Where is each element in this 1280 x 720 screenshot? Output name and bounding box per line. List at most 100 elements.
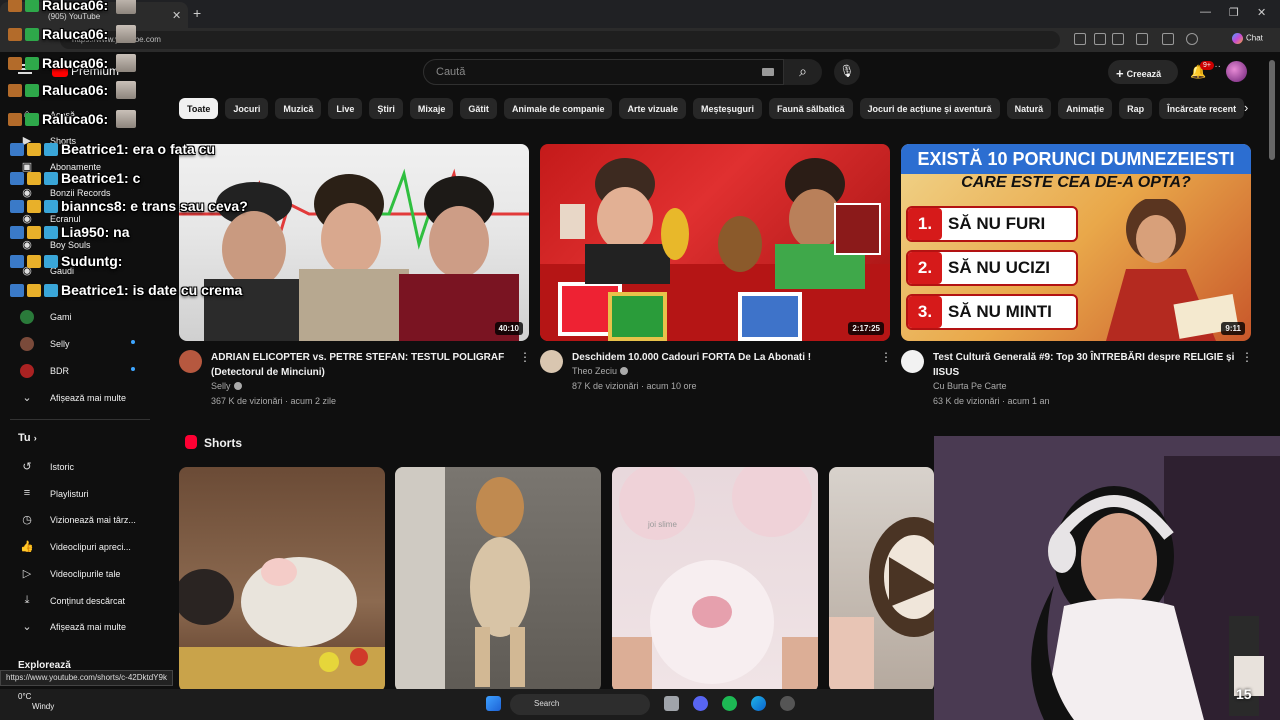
chip-10[interactable]: Faună sălbatică [769, 98, 853, 119]
mic-icon: 🎙 [839, 64, 855, 78]
obs-icon[interactable] [780, 696, 795, 711]
playlists-icon: ≡ [23, 486, 31, 499]
chip-8[interactable]: Arte vizuale [619, 98, 686, 119]
channel-name[interactable]: Cu Burta Pe Carte [933, 381, 1007, 391]
weather-widget[interactable]: 0°C Windy [18, 692, 54, 712]
short-art [179, 557, 385, 692]
chevron-right-icon[interactable]: › [1244, 100, 1248, 115]
start-icon[interactable] [486, 696, 501, 711]
keyboard-icon[interactable] [762, 68, 774, 76]
chip-15[interactable]: Încărcate recent [1159, 98, 1245, 119]
more-options-icon[interactable]: ⋮ [519, 350, 531, 364]
channel-name[interactable]: Selly [211, 381, 242, 391]
sidebar-item[interactable]: BDR [0, 362, 160, 384]
chip-6[interactable]: Gătit [460, 98, 497, 119]
chip-1[interactable]: Jocuri [225, 98, 269, 119]
chip-9[interactable]: Meșteșuguri [693, 98, 763, 119]
url-field[interactable]: https://www.youtube.com [60, 31, 1060, 49]
video-thumbnail[interactable]: 40:10 [179, 144, 529, 341]
sidebar-item[interactable]: ↺ Istoric [0, 458, 160, 480]
sidebar-item[interactable]: ≡ Playlisturi [0, 485, 160, 507]
chip-3[interactable]: Live [328, 98, 363, 119]
channel-name[interactable]: Theo Zeciu [572, 366, 629, 376]
microphone-button[interactable]: 🎙 [834, 59, 860, 85]
favorite-icon[interactable] [1112, 33, 1124, 45]
favorites-bar-icon[interactable] [1162, 33, 1174, 45]
sidebar-item-label: Boy Souls [50, 240, 91, 250]
short-thumbnail[interactable] [829, 467, 934, 692]
video-thumbnail[interactable]: 2:17:25 [540, 144, 890, 341]
video-title[interactable]: Deschidem 10.000 Cadouri FORTA De La Abo… [572, 350, 872, 365]
channel-avatar[interactable] [540, 350, 563, 373]
translate-icon[interactable] [1094, 33, 1106, 45]
chat-username: Beatrice1: [61, 170, 129, 186]
emote-icon [116, 110, 137, 128]
verified-icon [233, 382, 242, 390]
close-tab-icon[interactable]: ✕ [172, 9, 181, 22]
emote-icon [116, 0, 137, 14]
more-options-icon[interactable]: ⋮ [880, 350, 892, 364]
chat-message: Suduntg: [10, 253, 122, 269]
video-thumbnail[interactable]: EXISTĂ 10 PORUNCI DUMNEZEIESTI CARE ESTE… [901, 144, 1251, 341]
sidebar-item[interactable]: ▷ Videoclipurile tale [0, 565, 160, 587]
video-title[interactable]: ADRIAN ELICOPTER vs. PETRE STEFAN: TESTU… [211, 350, 511, 380]
discord-icon[interactable] [693, 696, 708, 711]
new-tab-icon[interactable]: + [193, 5, 201, 21]
taskbar-search[interactable]: Search [510, 694, 650, 715]
profile-icon[interactable] [1186, 33, 1198, 45]
chat-badge-icon [44, 200, 58, 213]
chat-badge-icon [10, 143, 24, 156]
video-duration: 2:17:25 [848, 322, 884, 335]
edge-icon[interactable] [751, 696, 766, 711]
chip-7[interactable]: Animale de companie [503, 98, 613, 119]
sidebar-item[interactable]: Selly [0, 335, 160, 357]
video-title-line: ADRIAN ELICOPTER vs. PETRE STEFAN: TESTU… [211, 352, 505, 363]
commandment-row: 1. SĂ NU FURI [906, 206, 1078, 242]
chip-11[interactable]: Jocuri de acțiune și aventură [859, 98, 1000, 119]
overlay-counter: 15 [1236, 686, 1252, 702]
chip-13[interactable]: Animație [1058, 98, 1113, 119]
sidebar-item[interactable]: ⌄ Afișează mai multe [0, 389, 160, 411]
sidebar-item[interactable]: Gami [0, 308, 160, 330]
sidebar-item[interactable]: 👍 Videoclipuri apreci... [0, 538, 160, 560]
page-scrollbar[interactable] [1269, 60, 1275, 160]
channel-avatar[interactable] [179, 350, 202, 373]
chip-5[interactable]: Mixaje [409, 98, 454, 119]
video-title[interactable]: Test Cultură Generală #9: Top 30 ÎNTREBĂ… [933, 350, 1243, 380]
you-heading[interactable]: Tu › [18, 432, 37, 444]
window-close-icon[interactable]: ✕ [1257, 6, 1266, 19]
chevron-down-icon: ⌄ [22, 621, 32, 634]
commandment-number: 3. [908, 296, 942, 328]
short-thumbnail[interactable] [395, 467, 601, 692]
copilot-chat-button[interactable]: Chat [1232, 33, 1263, 44]
chip-0[interactable]: Toate [179, 98, 219, 119]
chat-message: Raluca06: [8, 25, 137, 43]
sidebar-item[interactable]: ⌄ Afișează mai multe [0, 618, 160, 640]
account-avatar[interactable] [1226, 61, 1247, 82]
create-button[interactable]: + Creează [1108, 60, 1178, 84]
sidebar-item[interactable]: ⤓ Conținut descărcat [0, 592, 160, 614]
channel-avatar[interactable] [901, 350, 924, 373]
app-icon[interactable] [1074, 33, 1086, 45]
sidebar-item[interactable]: ◷ Vizionează mai târz... [0, 511, 160, 533]
spotify-icon[interactable] [722, 696, 737, 711]
thumbnail-figure [1106, 199, 1239, 341]
maximize-icon[interactable]: ❐ [1229, 6, 1239, 19]
chat-badge-icon [27, 200, 41, 213]
chip-4[interactable]: Știri [369, 98, 403, 119]
emote-icon [116, 54, 137, 72]
sidebar-item-label: BDR [50, 366, 70, 376]
extensions-icon[interactable] [1136, 33, 1148, 45]
more-options-icon[interactable]: ⋮ [1241, 350, 1253, 364]
chip-12[interactable]: Natură [1006, 98, 1052, 119]
minimize-icon[interactable]: — [1200, 6, 1211, 18]
task-view-icon[interactable] [664, 696, 679, 711]
search-input[interactable]: Caută [423, 59, 784, 85]
search-button[interactable]: ⌕ [784, 59, 822, 85]
video-title-line: (Detectorul de Minciuni) [211, 367, 325, 378]
short-thumbnail[interactable] [179, 467, 385, 692]
short-thumbnail[interactable]: joi slime [612, 467, 818, 692]
chip-14[interactable]: Rap [1119, 98, 1153, 119]
chip-2[interactable]: Muzică [275, 98, 322, 119]
plus-icon: + [1116, 66, 1124, 81]
